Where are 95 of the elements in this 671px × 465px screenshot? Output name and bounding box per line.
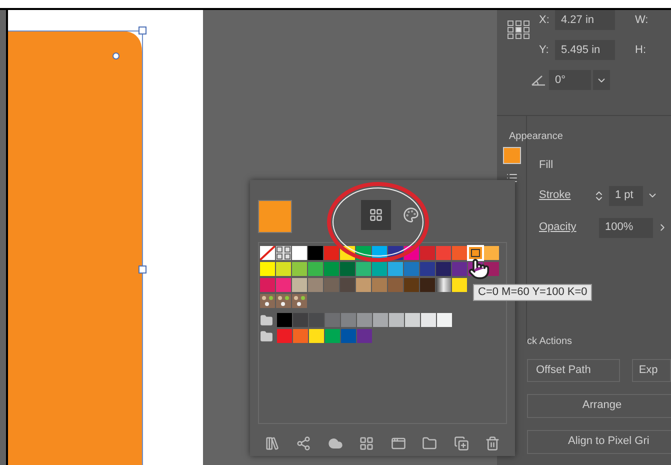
color-swatch[interactable] [420,278,435,292]
fill-swatch[interactable] [502,147,520,164]
folder-icon[interactable] [260,314,273,326]
library-icon[interactable] [265,436,280,451]
color-swatch[interactable] [293,329,308,343]
trash-icon[interactable] [484,436,500,451]
pattern-swatch[interactable] [292,294,307,308]
swatches-view-tab[interactable] [361,200,391,230]
color-swatch[interactable] [404,262,419,276]
grid-icon [369,208,383,222]
color-swatch[interactable] [340,262,355,276]
pattern-swatch[interactable] [276,294,291,308]
grid-icon[interactable] [359,436,374,451]
color-swatch[interactable] [308,262,323,276]
color-swatch[interactable] [325,313,340,327]
color-swatch[interactable] [340,278,355,292]
stepper-icon[interactable] [593,190,605,202]
registration-swatch[interactable] [276,246,291,260]
color-swatch[interactable] [277,313,292,327]
color-swatch[interactable] [292,278,307,292]
x-label: X: [539,12,550,28]
color-swatch[interactable] [260,262,275,276]
color-swatch[interactable] [308,246,323,260]
window-icon[interactable] [390,436,406,451]
color-swatch[interactable] [308,278,323,292]
color-swatch[interactable] [277,329,292,343]
y-field[interactable]: 5.495 in [555,40,615,60]
hand-cursor-icon [468,258,490,280]
color-swatch[interactable] [452,262,467,276]
opacity-field[interactable]: 100% [599,218,653,238]
color-swatch[interactable] [292,262,307,276]
offset-path-button[interactable]: Offset Path [527,358,620,382]
y-label: Y: [539,42,550,58]
color-swatch[interactable] [388,262,403,276]
new-swatch-icon[interactable] [454,436,469,451]
color-swatch[interactable] [324,278,339,292]
x-field[interactable]: 4.27 in [555,10,615,30]
color-swatch[interactable] [357,313,372,327]
w-label: W: [635,12,648,28]
color-swatch[interactable] [260,278,275,292]
folder-icon[interactable] [260,330,273,342]
color-swatch[interactable] [388,278,403,292]
color-swatch[interactable] [324,246,339,260]
color-swatch[interactable] [405,313,420,327]
color-swatch[interactable] [437,313,452,327]
current-fill-swatch [258,200,292,233]
share-icon[interactable] [296,436,312,451]
quick-actions-heading: ck Actions [527,334,574,348]
none-swatch[interactable] [260,246,275,260]
color-swatch[interactable] [372,262,387,276]
color-swatch[interactable] [404,278,419,292]
color-swatch[interactable] [276,262,291,276]
stroke-weight-field[interactable]: 1 pt [609,186,643,206]
color-swatch[interactable] [420,246,435,260]
stroke-link[interactable]: Stroke [539,187,589,204]
gradient-swatch[interactable] [436,278,451,292]
arrange-button[interactable]: Arrange [527,394,671,418]
color-swatch[interactable] [325,329,340,343]
color-swatch[interactable] [421,313,436,327]
color-swatch[interactable] [309,313,324,327]
reference-point-icon[interactable] [507,20,531,40]
cloud-icon[interactable] [328,436,343,451]
angle-icon [531,74,547,86]
color-swatch[interactable] [452,278,467,292]
color-swatch[interactable] [484,246,499,260]
color-swatch[interactable] [372,278,387,292]
expand-button[interactable]: Exp [632,358,671,382]
folder-icon[interactable] [422,436,438,451]
color-swatch[interactable] [293,313,308,327]
pattern-swatch[interactable] [260,294,275,308]
color-swatch[interactable] [356,278,371,292]
angle-dropdown[interactable] [593,70,610,90]
color-tooltip: C=0 M=60 Y=100 K=0 [473,284,592,301]
color-swatch[interactable] [452,246,467,260]
angle-field[interactable]: 0° [549,70,591,90]
color-swatch[interactable] [309,329,324,343]
color-swatch[interactable] [468,246,483,260]
fill-label: Fill [539,158,554,173]
color-swatch[interactable] [389,313,404,327]
appearance-heading: Appearance [509,130,564,144]
color-swatch[interactable] [324,262,339,276]
color-swatch[interactable] [292,246,307,260]
color-swatch[interactable] [357,329,372,343]
palette-icon [403,207,419,223]
color-swatch[interactable] [341,329,356,343]
color-swatch[interactable] [373,313,388,327]
h-label: H: [635,42,646,58]
color-swatch[interactable] [420,262,435,276]
color-swatch[interactable] [436,262,451,276]
color-swatch[interactable] [341,313,356,327]
color-swatch[interactable] [276,278,291,292]
color-swatch[interactable] [356,262,371,276]
align-to-pixel-grid-button[interactable]: Align to Pixel Gri [527,430,671,454]
opacity-link[interactable]: Opacity [539,219,595,236]
color-swatch[interactable] [436,246,451,260]
